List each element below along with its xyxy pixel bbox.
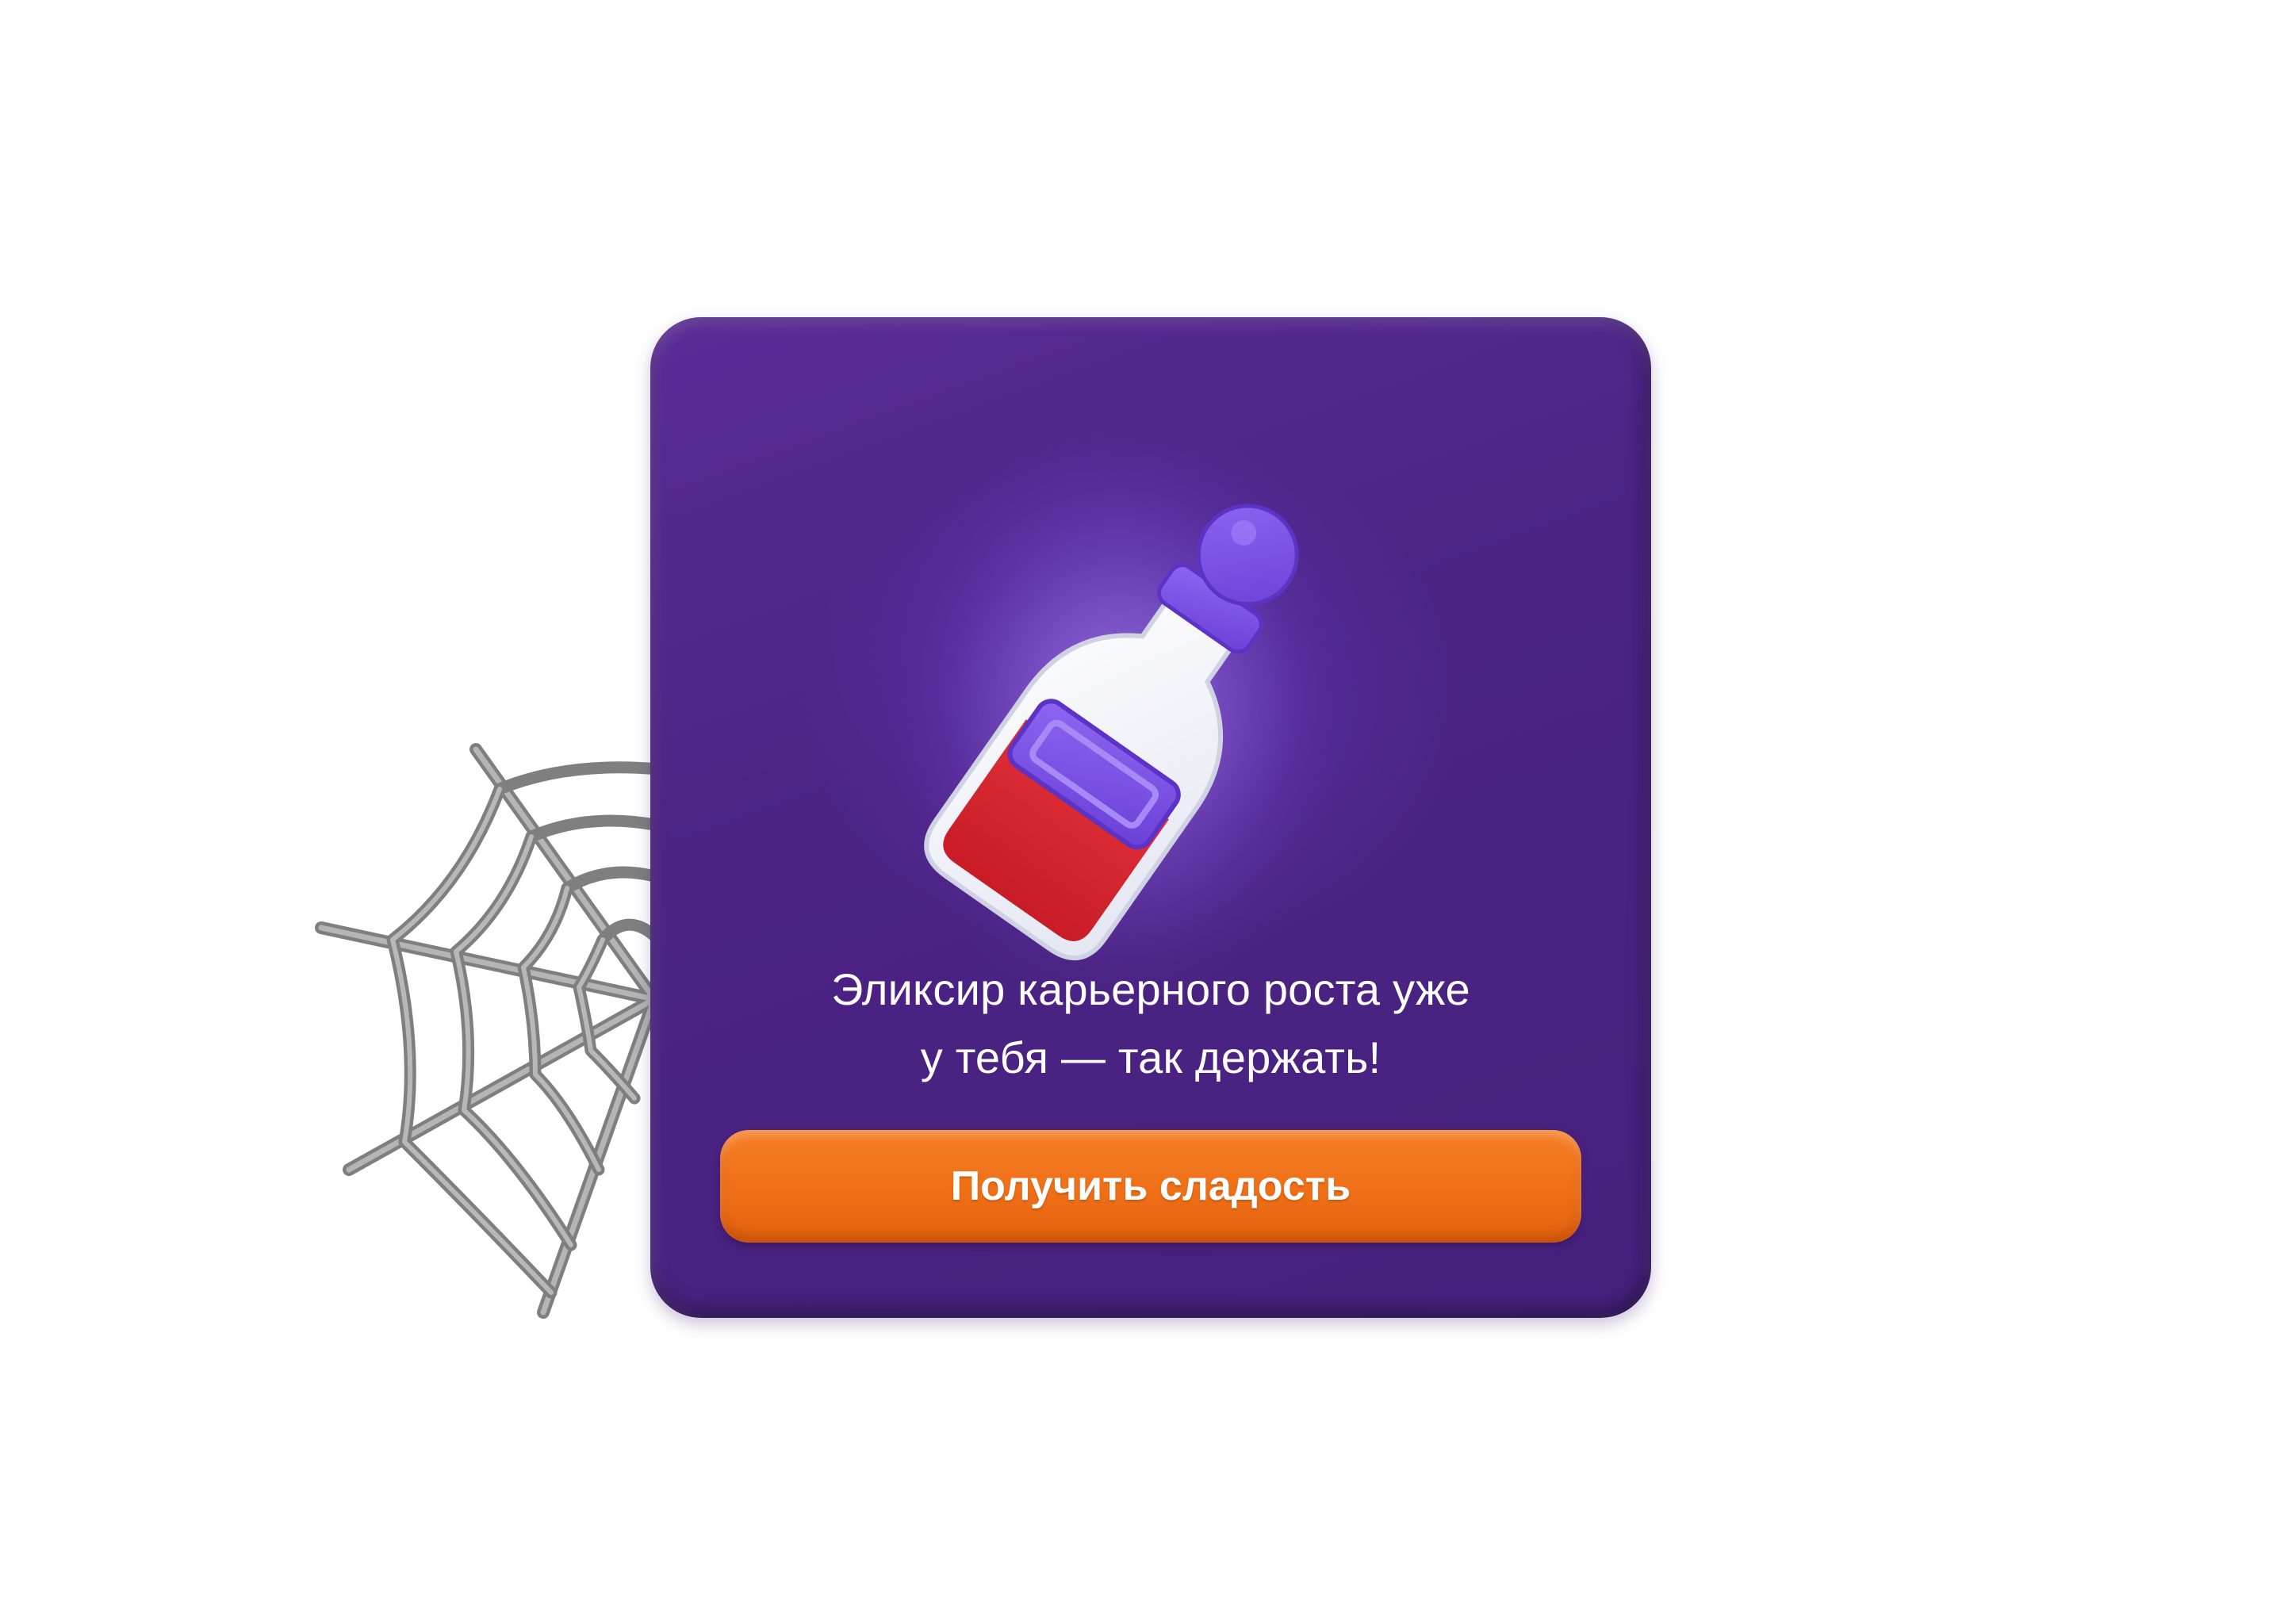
cobweb-icon [315,743,678,1319]
reward-message-line-2: у тебя — так держать! [920,1032,1382,1082]
reward-message: Эликсир карьерного роста уже у тебя — та… [714,956,1588,1092]
reward-message-line-1: Эликсир карьерного роста уже [831,964,1470,1014]
reward-card: Эликсир карьерного роста уже у тебя — та… [650,317,1651,1318]
get-sweet-button[interactable]: Получить сладость [720,1130,1581,1243]
page: Эликсир карьерного роста уже у тебя — та… [0,0,2284,1624]
potion-bottle-icon [888,412,1332,1015]
